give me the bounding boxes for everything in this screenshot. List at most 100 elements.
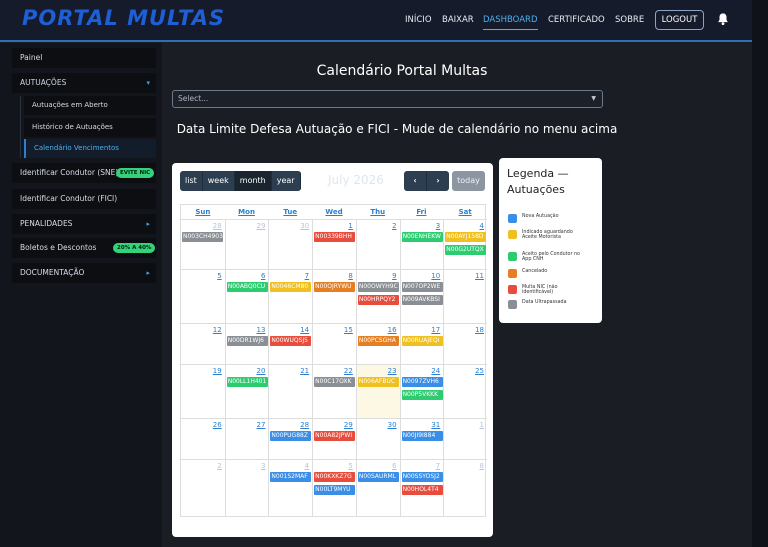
day-number[interactable]: 2 <box>217 462 221 470</box>
day-number[interactable]: 29 <box>256 222 265 230</box>
logout-button[interactable]: LOGOUT <box>655 10 704 30</box>
calendar-day-cell[interactable]: 11 <box>443 270 487 324</box>
calendar-day-cell[interactable]: 4 N001S2MAF <box>268 460 312 517</box>
bell-icon[interactable] <box>716 12 730 26</box>
day-number[interactable]: 13 <box>256 326 265 334</box>
day-number[interactable]: 30 <box>388 421 397 429</box>
day-number[interactable]: 8 <box>348 272 352 280</box>
calendar-day-cell[interactable]: 24 N0097ZVH6 N00P5VKKK <box>399 365 444 419</box>
day-number[interactable]: 29 <box>344 421 353 429</box>
calendar-day-cell[interactable]: 1 N00339BHH <box>312 220 356 270</box>
day-number[interactable]: 3 <box>436 222 440 230</box>
calendar-event[interactable]: N00C17OXK <box>314 377 356 387</box>
sidebar-item-documentacao[interactable]: DOCUMENTAÇÃO ▸ <box>12 263 156 283</box>
calendar-event[interactable]: N0097ZVH6 <box>401 377 443 387</box>
calendar-day-cell[interactable]: 4 N00AYJ158D N00G2UTQX <box>443 220 487 270</box>
day-number[interactable]: 3 <box>261 462 265 470</box>
calendar-event[interactable]: N0046CM80 <box>270 282 312 292</box>
nav-dashboard[interactable]: DASHBOARD <box>483 10 538 30</box>
calendar-day-cell[interactable]: 6 N00ABQ0CU <box>224 270 269 324</box>
sidebar-item-identificar-sne[interactable]: Identificar Condutor (SNE) EVITE NIC <box>12 163 156 183</box>
day-number[interactable]: 4 <box>305 462 309 470</box>
calendar-day-cell[interactable]: 3 N00ENHEKW <box>399 220 444 270</box>
day-number[interactable]: 21 <box>300 367 309 375</box>
sidebar-sub-historico[interactable]: Histórico de Autuações <box>24 118 156 137</box>
day-number[interactable]: 9 <box>392 272 396 280</box>
calendar-event[interactable]: N00WUQSJ5 <box>270 336 312 346</box>
nav-certificado[interactable]: CERTIFICADO <box>548 10 605 30</box>
calendar-day-cell[interactable]: 15 <box>312 324 356 365</box>
calendar-event[interactable]: N00A82JPWI <box>314 431 356 441</box>
day-number[interactable]: 6 <box>261 272 265 280</box>
next-month-button[interactable]: › <box>427 171 449 191</box>
view-year-button[interactable]: year <box>271 171 301 191</box>
calendar-day-cell[interactable]: 3 <box>224 460 269 517</box>
day-number[interactable]: 31 <box>431 421 440 429</box>
calendar-day-cell[interactable]: 30 <box>355 419 400 460</box>
calendar-day-cell[interactable]: 10 N007OP2WE N009AVKBSI <box>399 270 444 324</box>
calendar-event[interactable]: N006AFBUC <box>357 377 399 387</box>
sidebar-item-boletos[interactable]: Boletos e Descontos 20% A 40% <box>12 238 156 258</box>
calendar-event[interactable]: N00JI9I884 <box>401 431 443 441</box>
calendar-day-cell[interactable]: 13 N00DR1WJ6 <box>224 324 269 365</box>
calendar-day-cell[interactable]: 6 N00SAURML <box>355 460 400 517</box>
day-number[interactable]: 22 <box>344 367 353 375</box>
prev-month-button[interactable]: ‹ <box>404 171 427 191</box>
calendar-day-cell[interactable]: 21 <box>268 365 312 419</box>
calendar-event[interactable]: N00339BHH <box>314 232 356 242</box>
calendar-day-cell[interactable]: 27 <box>224 419 269 460</box>
calendar-day-cell[interactable]: 29 <box>224 220 269 270</box>
calendar-event[interactable]: N00G2UTQX <box>445 245 487 255</box>
calendar-day-cell[interactable]: 22 N00C17OXK <box>312 365 356 419</box>
day-number[interactable]: 20 <box>256 367 265 375</box>
day-number[interactable]: 1 <box>348 222 352 230</box>
sidebar-item-penalidades[interactable]: PENALIDADES ▸ <box>12 214 156 234</box>
day-number[interactable]: 7 <box>436 462 440 470</box>
day-number[interactable]: 28 <box>213 222 222 230</box>
day-number[interactable]: 17 <box>431 326 440 334</box>
day-number[interactable]: 27 <box>256 421 265 429</box>
day-number[interactable]: 30 <box>300 222 309 230</box>
calendar-day-cell[interactable]: 7 N00SSYOSJ2 N00HOL4T4 <box>399 460 444 517</box>
calendar-day-cell[interactable]: 8 N00OJRYWU <box>312 270 356 324</box>
calendar-day-cell[interactable]: 23 N006AFBUC <box>355 365 400 419</box>
calendar-event[interactable]: N00SSYOSJ2 <box>401 472 443 482</box>
sidebar-sub-autuacoes-aberto[interactable]: Autuações em Aberto <box>24 96 156 115</box>
sidebar-item-autuacoes[interactable]: AUTUAÇÕES ▾ <box>12 73 156 93</box>
calendar-event[interactable]: N00ENHEKW <box>401 232 443 242</box>
day-number[interactable]: 19 <box>213 367 222 375</box>
calendar-day-cell[interactable]: 19 <box>181 365 225 419</box>
calendar-day-cell[interactable]: 28 N003CH4903 <box>181 220 225 270</box>
calendar-day-cell[interactable]: 30 <box>268 220 312 270</box>
calendar-day-cell[interactable]: 14 N00WUQSJ5 <box>268 324 312 365</box>
today-button[interactable]: today <box>452 171 485 191</box>
calendar-day-cell[interactable]: 20 N00LL1H401 <box>224 365 269 419</box>
day-number[interactable]: 26 <box>213 421 222 429</box>
day-number[interactable]: 16 <box>388 326 397 334</box>
calendar-event[interactable]: N00OJRYWU <box>314 282 356 292</box>
day-number[interactable]: 11 <box>475 272 484 280</box>
scrollbar[interactable] <box>752 0 768 547</box>
calendar-event[interactable]: N00KXKZ7G <box>314 472 356 482</box>
calendar-event[interactable]: N00DR1WJ6 <box>226 336 268 346</box>
calendar-day-cell[interactable]: 1 <box>443 419 487 460</box>
day-number[interactable]: 7 <box>305 272 309 280</box>
day-number[interactable]: 8 <box>480 462 484 470</box>
calendar-day-cell[interactable]: 16 N00PCSGHA <box>355 324 400 365</box>
calendar-event[interactable]: N00AYJ158D <box>445 232 487 242</box>
day-number[interactable]: 10 <box>431 272 440 280</box>
calendar-day-cell[interactable]: 12 <box>181 324 225 365</box>
calendar-event[interactable]: N003CH4903 <box>182 232 223 242</box>
day-number[interactable]: 5 <box>217 272 221 280</box>
day-number[interactable]: 28 <box>300 421 309 429</box>
nav-sobre[interactable]: SOBRE <box>615 10 644 30</box>
calendar-day-cell[interactable]: 8 <box>443 460 487 517</box>
calendar-event[interactable]: N00LL1H401 <box>226 377 268 387</box>
calendar-event[interactable]: N00HRPQY2 <box>357 295 399 305</box>
calendar-day-cell[interactable]: 5 <box>181 270 225 324</box>
calendar-event[interactable]: N00PUG88Z <box>270 431 312 441</box>
calendar-day-cell[interactable]: 29 N00A82JPWI <box>312 419 356 460</box>
calendar-event[interactable]: N00RUAJEQI <box>401 336 443 346</box>
day-number[interactable]: 23 <box>388 367 397 375</box>
calendar-event[interactable]: N00PCSGHA <box>357 336 399 346</box>
